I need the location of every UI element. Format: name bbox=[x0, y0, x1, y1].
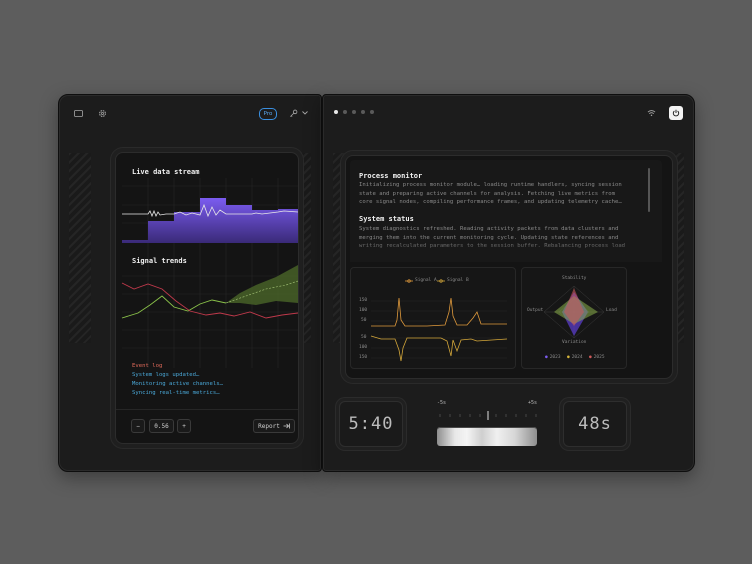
export-arrow-icon bbox=[283, 423, 290, 429]
system-status-title: System status bbox=[359, 215, 414, 223]
legend-signal-a-label: Signal A bbox=[415, 278, 437, 283]
decrement-button[interactable]: − bbox=[131, 419, 145, 433]
power-icon[interactable] bbox=[669, 106, 683, 120]
radar-axis-bottom: Variation bbox=[562, 340, 587, 345]
slider-ticks bbox=[439, 411, 537, 420]
event-log-title: Event log bbox=[132, 363, 163, 369]
report-label: Report bbox=[258, 422, 280, 430]
legend-2024: ● 2024 bbox=[567, 355, 583, 360]
legend-signal-b-label: Signal B bbox=[447, 278, 469, 283]
signal-chart bbox=[370, 297, 508, 362]
legend-2024-dot: ● bbox=[567, 355, 570, 360]
scrollbar-thumb[interactable] bbox=[648, 168, 650, 212]
value-field[interactable]: 0.56 bbox=[149, 419, 174, 433]
legend-2023-label: 2023 bbox=[549, 355, 561, 360]
radar-chart bbox=[543, 285, 605, 339]
live-data-stream-title: Live data stream bbox=[132, 168, 200, 176]
page-dot[interactable] bbox=[352, 110, 356, 114]
page-dot[interactable] bbox=[343, 110, 347, 114]
settings-icon[interactable] bbox=[97, 108, 107, 118]
slider-max-label: +5s bbox=[528, 400, 538, 406]
page-dot-active[interactable] bbox=[334, 110, 338, 114]
legend-2025-label: 2025 bbox=[593, 355, 605, 360]
radar-axis-top: Stability bbox=[562, 276, 587, 281]
legend-2023: ● 2023 bbox=[545, 355, 561, 360]
process-monitor-title: Process monitor bbox=[359, 172, 423, 180]
right-panel: Process monitor Initializing process mon… bbox=[322, 94, 695, 472]
window-icon[interactable] bbox=[73, 108, 83, 118]
signal-b-line bbox=[370, 335, 508, 362]
process-monitor-text: Initializing process monitor module… loa… bbox=[359, 182, 622, 206]
page-dot[interactable] bbox=[370, 110, 374, 114]
signal-a-line bbox=[371, 297, 507, 327]
signal-b-swatch bbox=[437, 278, 445, 283]
increment-button[interactable]: + bbox=[177, 419, 191, 433]
right-screen: Process monitor Initializing process mon… bbox=[345, 155, 673, 379]
legend-signal-b: Signal B bbox=[437, 278, 469, 283]
event-log-item: System logs updated… bbox=[132, 372, 200, 378]
legend-signal-a: Signal A bbox=[405, 278, 437, 283]
event-log-item: Monitoring active channels… bbox=[132, 381, 223, 387]
y-tick-label: 150 bbox=[359, 355, 368, 360]
left-panel: Pro Live data stream Signal trends Event… bbox=[58, 94, 322, 472]
wifi-icon[interactable] bbox=[645, 107, 657, 119]
radar-axis-left: Output bbox=[527, 308, 544, 313]
slider-min-label: -5s bbox=[437, 400, 447, 406]
y-tick-label: 50 bbox=[361, 335, 367, 340]
event-log-item: Syncing real-time metrics… bbox=[132, 390, 220, 396]
divider bbox=[116, 409, 298, 410]
text-fade bbox=[350, 238, 662, 262]
radar-chart-card: Stability Output Load Variation ● 2023 ● 2… bbox=[521, 267, 627, 369]
legend-2025-dot: ● bbox=[589, 355, 592, 360]
left-grid bbox=[121, 178, 298, 368]
pro-badge[interactable]: Pro bbox=[259, 108, 277, 120]
legend-2024-label: 2024 bbox=[571, 355, 583, 360]
y-tick-label: 100 bbox=[359, 345, 368, 350]
time-right-display: 48s bbox=[563, 401, 627, 447]
signal-a-swatch bbox=[405, 278, 413, 283]
report-button[interactable]: Report bbox=[253, 419, 295, 433]
left-ridges bbox=[69, 153, 91, 343]
legend-2025: ● 2025 bbox=[589, 355, 605, 360]
time-left-display: 5:40 bbox=[339, 401, 403, 447]
y-tick-label: 150 bbox=[359, 298, 368, 303]
left-screen: Live data stream Signal trends Event log… bbox=[115, 152, 299, 444]
signal-trends-title: Signal trends bbox=[132, 257, 187, 265]
chevron-down-icon[interactable] bbox=[301, 108, 309, 118]
signal-chart-card: Signal A Signal B 150 100 50 50 100 150 bbox=[350, 267, 516, 369]
page-dot[interactable] bbox=[361, 110, 365, 114]
legend-2023-dot: ● bbox=[545, 355, 548, 360]
y-tick-label: 100 bbox=[359, 308, 368, 313]
y-tick-label: 50 bbox=[361, 318, 367, 323]
radar-axis-right: Load bbox=[606, 308, 617, 313]
time-slider[interactable] bbox=[437, 427, 537, 446]
key-icon[interactable] bbox=[287, 107, 299, 119]
